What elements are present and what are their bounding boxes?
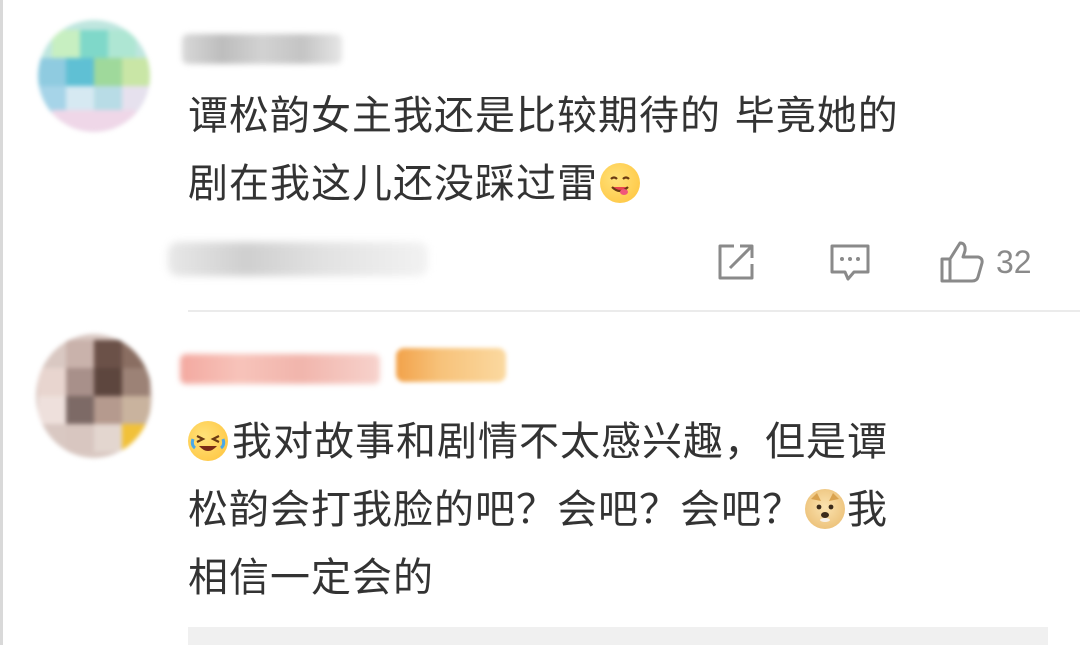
comment-line: 相信一定会的 xyxy=(188,555,434,601)
comment-text: 谭松韵女主我还是比较期待的 毕竟她的 剧在我这儿还没踩过雷 xyxy=(188,82,1048,218)
like-count: 32 xyxy=(996,243,1032,280)
bottom-reply-bar[interactable] xyxy=(188,627,1048,645)
user-badge xyxy=(396,348,506,382)
comment-button[interactable] xyxy=(828,240,872,284)
comment-line-with-emoji: 松韵会打我脸的吧？会吧？会吧？ 我 xyxy=(188,476,1048,544)
comment-line: 松韵会打我脸的吧？会吧？会吧？ xyxy=(188,487,803,533)
share-button[interactable] xyxy=(714,240,758,284)
comment-text: 我对故事和剧情不太感兴趣，但是谭 松韵会打我脸的吧？会吧？会吧？ 我 相信一定会… xyxy=(188,408,1048,612)
avatar[interactable] xyxy=(38,20,150,132)
comment-line: 剧在我这儿还没踩过雷 xyxy=(188,161,598,207)
comment-line-with-emoji: 我对故事和剧情不太感兴趣，但是谭 xyxy=(188,408,1048,476)
comment-item: 谭松韵女主我还是比较期待的 毕竟她的 剧在我这儿还没踩过雷 32 xyxy=(0,0,1080,312)
comment-line-with-emoji: 剧在我这儿还没踩过雷 xyxy=(188,150,1048,218)
share-icon xyxy=(718,244,754,280)
like-button[interactable]: 32 xyxy=(938,240,1032,284)
comment-line: 谭松韵女主我还是比较期待的 毕竟她的 xyxy=(188,93,899,139)
comment-item: 我对故事和剧情不太感兴趣，但是谭 松韵会打我脸的吧？会吧？会吧？ 我 相信一定会… xyxy=(0,312,1080,645)
thumbs-up-icon xyxy=(940,241,984,283)
yum-face-emoji xyxy=(600,163,640,203)
avatar[interactable] xyxy=(36,334,152,458)
timestamp xyxy=(168,242,428,276)
laugh-cry-emoji xyxy=(188,421,228,461)
comment-line: 我对故事和剧情不太感兴趣，但是谭 xyxy=(232,419,888,465)
username[interactable] xyxy=(180,354,380,384)
comment-line: 我 xyxy=(847,487,888,533)
username[interactable] xyxy=(182,34,342,64)
comment-icon xyxy=(830,244,870,281)
doge-emoji xyxy=(805,489,845,529)
